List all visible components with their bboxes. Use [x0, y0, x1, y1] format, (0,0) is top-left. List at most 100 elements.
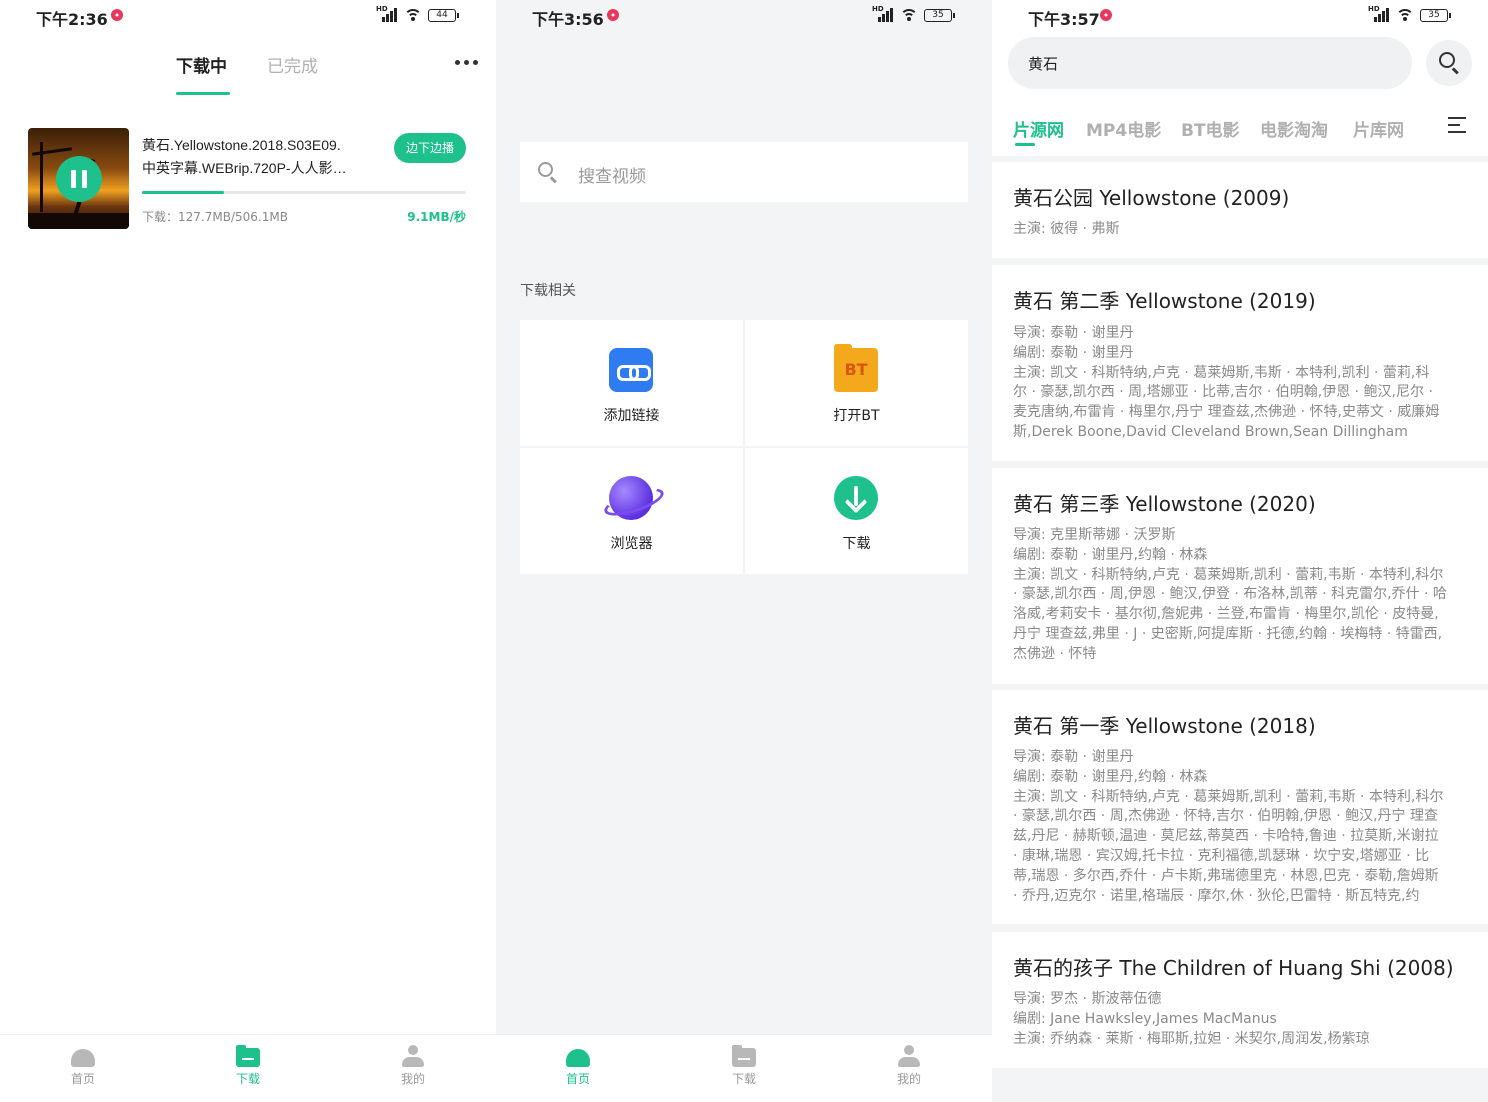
result-line: 编剧: 泰勒 · 谢里丹,约翰 · 林森: [1013, 546, 1208, 563]
open-bt-label: 打开BT: [833, 408, 880, 424]
source-tabs: 片源网 MP4电影 BT电影 电影淘淘 片库网: [992, 98, 1488, 156]
battery-icon: 35: [924, 8, 955, 22]
signal-icon: HD: [376, 5, 398, 22]
search-icon: [1439, 52, 1455, 68]
nav-download[interactable]: 下载: [208, 1045, 288, 1087]
result-item[interactable]: 黄石 第二季 Yellowstone (2019) 导演: 泰勒 · 谢里丹 编…: [992, 265, 1488, 461]
add-link-label: 添加链接: [603, 408, 660, 424]
play-while-downloading-button[interactable]: 边下边播: [394, 133, 466, 163]
result-line: 编剧: 泰勒 · 谢里丹: [1013, 344, 1134, 361]
nav-home-label: 首页: [565, 1072, 590, 1086]
result-line: 主演: 彼得 · 弗斯: [1013, 221, 1120, 237]
result-line: 尔 · 豪瑟,凯尔西 · 周,塔娜亚 · 比蒂,吉尔 · 伯明翰,伊恩 · 鲍汉…: [1013, 384, 1433, 401]
section-title: 下载相关: [520, 283, 576, 299]
result-line: 主演: 凯文 · 科斯特纳,卢克 · 葛莱姆斯,凯利 · 蕾莉,韦斯 · 本特利…: [1013, 788, 1444, 805]
result-line: 丹宁 理查兹,弗里 · J · 史密斯,阿提库斯 · 托德,约翰 · 埃梅特 ·…: [1013, 625, 1443, 642]
nav-download-label: 下载: [235, 1072, 260, 1086]
tab-source-4[interactable]: 电影淘淘: [1260, 116, 1328, 141]
pause-icon[interactable]: [56, 156, 102, 202]
download-button[interactable]: 下载: [745, 448, 968, 574]
search-button[interactable]: [1426, 40, 1472, 86]
result-line: 导演: 罗杰 · 斯波蒂伍德: [1013, 991, 1162, 1007]
user-icon: [401, 1045, 425, 1067]
search-results-screen: 下午3:57 HD 35 黄石 片源网 MP4电影 BT电影 电影淘淘 片库网 …: [992, 0, 1488, 1102]
download-title-line2: 中英字幕.WEBrip.720P-人人影…: [142, 160, 347, 176]
download-size: 下载：127.7MB/506.1MB: [142, 210, 288, 224]
result-line: 麦克唐纳,布雷肯 · 梅里尔,丹宁 理查兹,杰佛逊 · 怀特,史蒂文 · 威廉姆: [1013, 404, 1440, 421]
result-item[interactable]: 黄石 第三季 Yellowstone (2020) 导演: 克里斯蒂娜 · 沃罗…: [992, 468, 1488, 684]
status-time: 下午3:57: [1028, 10, 1100, 29]
status-bar: 下午2:36 HD 44: [0, 0, 496, 32]
result-details: 导演: 克里斯蒂娜 · 沃罗斯 编剧: 泰勒 · 谢里丹,约翰 · 林森 主演:…: [1013, 526, 1468, 665]
browser-label: 浏览器: [610, 536, 653, 552]
nav-home-label: 首页: [70, 1072, 95, 1086]
nav-mine[interactable]: 我的: [869, 1045, 949, 1087]
wifi-icon: [899, 8, 919, 22]
result-line: 编剧: Jane Hawksley,James MacManus: [1013, 1010, 1277, 1027]
more-options-icon[interactable]: [455, 60, 478, 65]
home-icon: [566, 1045, 590, 1067]
bottom-navigation: 首页 下载 我的: [0, 1034, 496, 1102]
result-line: 斯,Derek Boone,David Cleveland Brown,Sean…: [1013, 423, 1408, 440]
status-bar: 下午3:56 HD 35: [496, 0, 992, 32]
download-tabs: 下载中 已完成: [0, 52, 496, 98]
result-line: 杰佛逊 · 怀特: [1013, 645, 1097, 662]
nav-home[interactable]: 首页: [538, 1045, 618, 1087]
result-item[interactable]: 黄石的孩子 The Children of Huang Shi (2008) 导…: [992, 932, 1488, 1068]
result-line: 兹,丹尼 · 赫斯顿,温迪 · 莫尼兹,蒂莫西 · 卡哈特,鲁迪 · 拉莫斯,米…: [1013, 828, 1439, 845]
wifi-icon: [403, 8, 423, 22]
menu-icon[interactable]: [1448, 116, 1466, 134]
link-icon: [609, 348, 653, 392]
search-input[interactable]: 黄石: [1008, 37, 1412, 89]
result-line: 导演: 泰勒 · 谢里丹: [1013, 749, 1134, 765]
result-line: 主演: 乔纳森 · 莱斯 · 梅耶斯,拉妲 · 米契尔,周润发,杨紫琼: [1013, 1030, 1370, 1047]
video-search-input[interactable]: 搜查视频: [520, 142, 968, 202]
nav-mine-label: 我的: [896, 1072, 921, 1086]
download-speed: 9.1MB/秒: [407, 210, 466, 224]
tab-source-5[interactable]: 片库网: [1353, 116, 1404, 141]
status-time: 下午2:36: [36, 10, 108, 29]
status-icons: HD 35: [1368, 5, 1451, 24]
result-item[interactable]: 黄石 第一季 Yellowstone (2018) 导演: 泰勒 · 谢里丹 编…: [992, 690, 1488, 924]
bt-folder-icon: BT: [834, 344, 878, 392]
download-title-line1: 黄石.Yellowstone.2018.S03E09.: [142, 137, 341, 153]
wifi-icon: [1395, 8, 1415, 22]
nav-download-label: 下载: [731, 1072, 756, 1086]
result-line: 导演: 克里斯蒂娜 · 沃罗斯: [1013, 527, 1176, 543]
result-item[interactable]: 黄石公园 Yellowstone (2009) 主演: 彼得 · 弗斯: [992, 162, 1488, 258]
result-title: 黄石公园 Yellowstone (2009): [1013, 186, 1290, 210]
browser-button[interactable]: 浏览器: [520, 448, 743, 574]
tab-downloading[interactable]: 下载中: [176, 52, 227, 77]
tab-source-1[interactable]: 片源网: [1013, 116, 1064, 141]
tab-completed[interactable]: 已完成: [267, 52, 318, 77]
download-item[interactable]: 黄石.Yellowstone.2018.S03E09. 中英字幕.WEBrip.…: [28, 128, 466, 230]
tab-source-3[interactable]: BT电影: [1181, 116, 1240, 141]
nav-mine-label: 我的: [400, 1072, 425, 1086]
nav-download[interactable]: 下载: [704, 1045, 784, 1087]
status-time: 下午3:56: [532, 10, 604, 29]
signal-icon: HD: [872, 5, 894, 22]
signal-icon: HD: [1368, 5, 1390, 22]
result-line: 洛威,考莉安卡 · 基尔彻,詹妮弗 · 兰登,布雷肯 · 梅里尔,凯伦 · 皮特…: [1013, 606, 1439, 623]
download-tools-grid: 添加链接 BT 打开BT 浏览器 下载: [520, 320, 968, 575]
recording-indicator-icon: [607, 9, 619, 21]
open-bt-button[interactable]: BT 打开BT: [745, 320, 968, 446]
result-line: 导演: 泰勒 · 谢里丹: [1013, 325, 1134, 341]
tab-source-2[interactable]: MP4电影: [1086, 116, 1161, 141]
user-icon: [897, 1045, 921, 1067]
nav-home[interactable]: 首页: [43, 1045, 123, 1087]
download-label: 下载: [842, 536, 871, 552]
result-line: · 乔丹,迈克尔 · 诺里,格瑞辰 · 摩尔,休 · 狄伦,巴雷特 · 斯瓦特克…: [1013, 887, 1420, 904]
nav-mine[interactable]: 我的: [373, 1045, 453, 1087]
search-placeholder: 搜查视频: [578, 167, 646, 187]
result-details: 主演: 彼得 · 弗斯: [1013, 220, 1468, 240]
result-line: 主演: 凯文 · 科斯特纳,卢克 · 葛莱姆斯,凯利 · 蕾莉,韦斯 · 本特利…: [1013, 566, 1444, 583]
search-query: 黄石: [1028, 55, 1059, 73]
active-tab-indicator: [1015, 143, 1035, 146]
add-link-button[interactable]: 添加链接: [520, 320, 743, 446]
status-icons: HD 44: [376, 5, 459, 24]
result-title: 黄石 第一季 Yellowstone (2018): [1013, 714, 1316, 738]
result-title: 黄石 第三季 Yellowstone (2020): [1013, 492, 1316, 516]
result-line: 编剧: 泰勒 · 谢里丹,约翰 · 林森: [1013, 768, 1208, 785]
bottom-navigation: 首页 下载 我的: [496, 1034, 992, 1102]
